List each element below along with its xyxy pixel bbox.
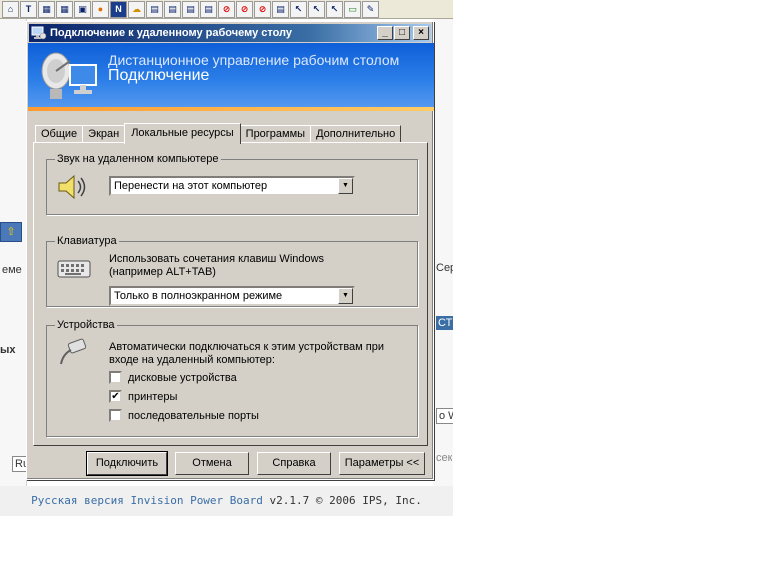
sound-group-label: Звук на удаленном компьютере xyxy=(55,153,221,165)
checkbox-row-serial-ports[interactable]: последовательные порты xyxy=(109,409,259,422)
bg-fragment: еме xyxy=(2,264,22,276)
connect-button[interactable]: Подключить xyxy=(86,451,168,476)
page-icon[interactable]: ▤ xyxy=(200,1,217,18)
bg-fragment: СТР xyxy=(436,316,453,330)
checkbox-row-disk-drives[interactable]: дисковые устройства xyxy=(109,371,237,384)
devices-group-label: Устройства xyxy=(55,319,117,331)
banner-title: Подключение xyxy=(108,67,210,84)
page-icon[interactable]: ▤ xyxy=(272,1,289,18)
keyboard-select-value: Только в полноэкранном режиме xyxy=(114,290,283,302)
cursor-icon[interactable]: ↖ xyxy=(308,1,325,18)
keyboard-select[interactable]: Только в полноэкранном режиме ▼ xyxy=(109,286,355,306)
sound-select[interactable]: Перенести на этот компьютер ▼ xyxy=(109,176,355,196)
tab-local-resources[interactable]: Локальные ресурсы xyxy=(124,123,241,144)
n-icon[interactable]: N xyxy=(110,1,127,18)
tab-display[interactable]: Экран xyxy=(82,125,126,143)
page-icon[interactable]: ▤ xyxy=(164,1,181,18)
no-icon[interactable]: ⊘ xyxy=(236,1,253,18)
banner-subtitle: Дистанционное управление рабочим столом xyxy=(108,52,400,68)
picture-icon[interactable]: ▣ xyxy=(74,1,91,18)
keyboard-group-label: Клавиатура xyxy=(55,235,119,247)
cursor-icon[interactable]: ↖ xyxy=(326,1,343,18)
globe-icon[interactable]: ● xyxy=(92,1,109,18)
home-icon[interactable]: ⌂ xyxy=(2,1,19,18)
disk-drives-checkbox[interactable] xyxy=(109,371,122,384)
cursor-icon[interactable]: ↖ xyxy=(290,1,307,18)
serial-ports-checkbox[interactable] xyxy=(109,409,122,422)
banner-stripe xyxy=(28,107,434,111)
bg-fragment: сек xyxy=(436,452,453,464)
tab-advanced[interactable]: Дополнительно xyxy=(310,125,402,143)
tab-strip: Общие Экран Локальные ресурсы Программы … xyxy=(35,122,402,144)
tab-panel-local-resources: Звук на удаленном компьютере Перенести н… xyxy=(33,142,428,446)
bg-toolbar: ⌂ T ▦ ▦ ▣ ● N ☁ ▤ ▤ ▤ ▤ ⊘ ⊘ ⊘ ▤ ↖ ↖ ↖ ▭ … xyxy=(0,0,453,19)
sound-select-value: Перенести на этот компьютер xyxy=(114,180,268,192)
text-icon[interactable]: T xyxy=(20,1,37,18)
chevron-down-icon[interactable]: ▼ xyxy=(338,288,353,304)
remote-desktop-icon xyxy=(31,26,47,40)
up-arrow-icon[interactable]: ⇧ xyxy=(0,222,22,242)
chevron-down-icon[interactable]: ▼ xyxy=(338,178,353,194)
help-button[interactable]: Справка xyxy=(257,452,331,475)
cancel-button[interactable]: Отмена xyxy=(175,452,249,475)
minimize-button[interactable]: _ xyxy=(377,26,393,40)
disk-drives-label: дисковые устройства xyxy=(128,371,237,384)
close-button[interactable]: × xyxy=(413,26,429,40)
tab-programs[interactable]: Программы xyxy=(239,125,312,143)
tab-general[interactable]: Общие xyxy=(35,125,84,143)
devices-description-1: Автоматически подключаться к этим устрой… xyxy=(109,341,385,353)
no-icon[interactable]: ⊘ xyxy=(218,1,235,18)
bg-fragment: ых xyxy=(0,344,16,356)
keyboard-group: Клавиатура Использовать сочетания клавиш… xyxy=(46,235,418,307)
devices-group: Устройства Автоматически подключаться к … xyxy=(46,319,418,437)
keyboard-icon xyxy=(57,260,91,278)
bg-fragment: o W xyxy=(436,408,453,424)
tool-icon[interactable]: ✎ xyxy=(362,1,379,18)
satellite-dish-icon xyxy=(41,52,97,99)
dialog-title: Подключение к удаленному рабочему столу xyxy=(50,27,293,39)
remote-desktop-dialog: Подключение к удаленному рабочему столу … xyxy=(26,21,434,480)
grid-icon[interactable]: ▦ xyxy=(38,1,55,18)
keyboard-description-2: (например ALT+TAB) xyxy=(109,266,216,278)
footer-credit: Русская версия Invision Power Board xyxy=(31,494,263,507)
device-cable-icon xyxy=(60,338,87,365)
checkbox-row-printers[interactable]: ✔ принтеры xyxy=(109,390,177,403)
bg-footer: Русская версия Invision Power Board v2.1… xyxy=(0,486,453,516)
maximize-button[interactable]: □ xyxy=(394,26,410,40)
page-icon[interactable]: ▤ xyxy=(182,1,199,18)
banner: Дистанционное управление рабочим столом … xyxy=(28,43,434,111)
printers-checkbox[interactable]: ✔ xyxy=(109,390,122,403)
page-icon[interactable]: ▤ xyxy=(146,1,163,18)
battery-icon[interactable]: ▭ xyxy=(344,1,361,18)
sound-group: Звук на удаленном компьютере Перенести н… xyxy=(46,153,418,215)
serial-ports-label: последовательные порты xyxy=(128,409,259,422)
devices-description-2: входе на удаленный компьютер: xyxy=(109,354,275,366)
cloud-icon[interactable]: ☁ xyxy=(128,1,145,18)
speaker-icon xyxy=(58,174,86,200)
grid-icon[interactable]: ▦ xyxy=(56,1,73,18)
bg-fragment: Сер xyxy=(436,262,453,274)
footer-version: v2.1.7 © 2006 IPS, Inc. xyxy=(269,494,422,507)
printers-label: принтеры xyxy=(128,390,178,403)
title-bar[interactable]: Подключение к удаленному рабочему столу … xyxy=(29,24,431,42)
keyboard-description-1: Использовать сочетания клавиш Windows xyxy=(109,253,325,265)
options-button[interactable]: Параметры << xyxy=(339,452,425,475)
no-icon[interactable]: ⊘ xyxy=(254,1,271,18)
